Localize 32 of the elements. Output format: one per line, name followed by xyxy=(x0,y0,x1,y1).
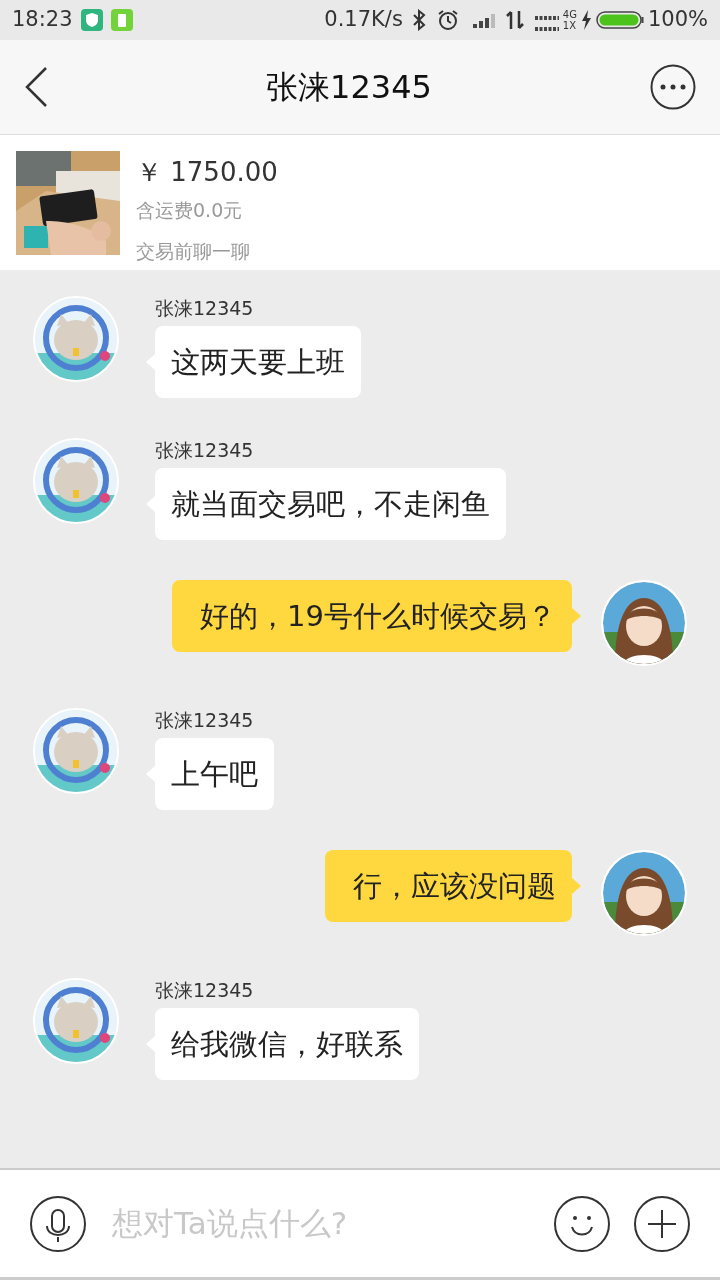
alarm-icon xyxy=(436,9,459,31)
add-button[interactable] xyxy=(634,1195,690,1252)
smiley-icon xyxy=(554,1195,610,1252)
back-button[interactable] xyxy=(24,66,48,108)
battery-app-icon xyxy=(110,9,133,31)
battery-percentage: 100% xyxy=(647,6,708,34)
voice-button[interactable] xyxy=(30,1195,86,1252)
battery-icon xyxy=(595,9,644,31)
bubble-tail xyxy=(572,608,581,624)
bubble-tail xyxy=(572,878,581,894)
charging-icon xyxy=(579,9,592,31)
network-speed: 0.17K/s xyxy=(324,6,403,34)
back-icon xyxy=(24,66,48,108)
more-icon xyxy=(650,64,696,110)
more-button[interactable] xyxy=(650,64,696,110)
product-price: ￥ 1750.00 xyxy=(136,156,278,189)
plus-icon xyxy=(634,1195,690,1252)
bluetooth-icon xyxy=(410,9,427,31)
sender-name: 张涞12345 xyxy=(155,296,254,320)
product-note: 交易前聊一聊 xyxy=(136,238,251,264)
clock-time: 18:23 xyxy=(12,6,73,34)
shipping-fee: 含运费0.0元 xyxy=(136,198,244,223)
emoji-button[interactable] xyxy=(554,1195,610,1252)
sender-name: 张涞12345 xyxy=(155,438,254,462)
data-arrows-icon xyxy=(504,9,525,31)
network-type: 1X xyxy=(562,20,577,31)
sender-name: 张涞12345 xyxy=(155,708,254,732)
network-type: 4G xyxy=(562,9,577,20)
chat-title: 张涞12345 xyxy=(266,67,432,108)
microphone-icon xyxy=(30,1195,86,1252)
sender-name: 张涞12345 xyxy=(155,978,254,1002)
shield-icon xyxy=(80,9,103,31)
